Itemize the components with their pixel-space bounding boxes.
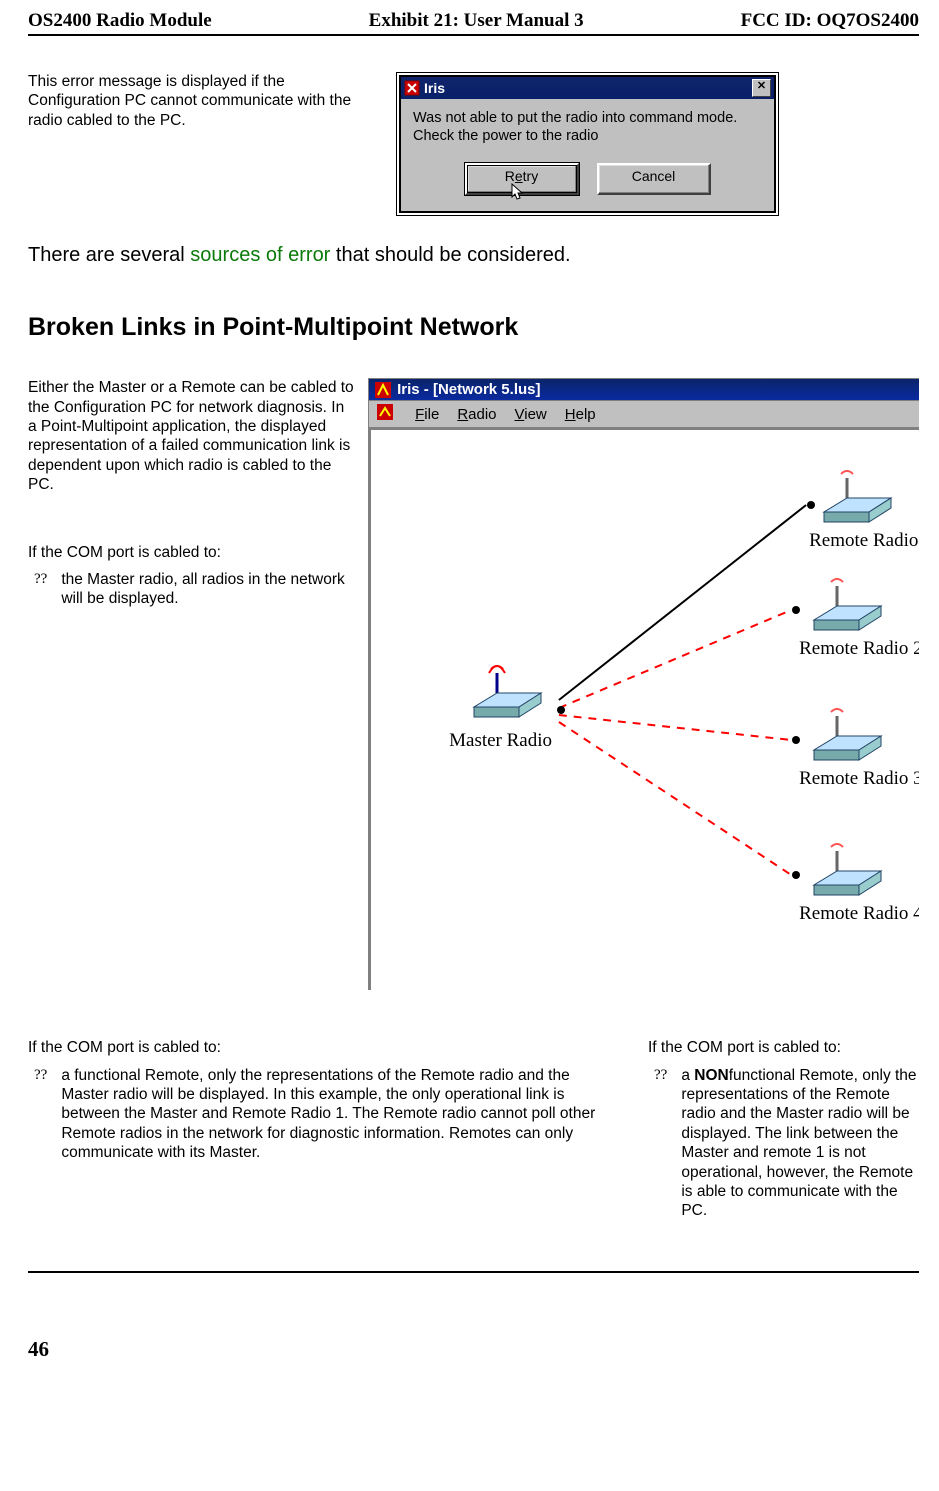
bullet-master-radio: the Master radio, all radios in the netw… <box>61 570 356 609</box>
menu-radio[interactable]: Radio <box>457 406 496 423</box>
remote-radio-2-icon[interactable] <box>809 578 887 638</box>
menu-file[interactable]: File <box>415 406 439 423</box>
control-menu-icon[interactable] <box>377 404 393 424</box>
cancel-button[interactable]: Cancel <box>597 163 711 195</box>
close-icon[interactable]: ✕ <box>752 79 771 97</box>
dialog-title: Iris <box>424 80 445 96</box>
remote-radio-4-icon[interactable] <box>809 843 887 903</box>
app-menubar: File Radio View Help <box>369 401 919 428</box>
remote-radio-4-label: Remote Radio 4 <box>799 903 919 925</box>
com-port-subhead-3: If the COM port is cabled to: <box>648 1038 919 1057</box>
bullet-mark: ?? <box>28 1066 47 1163</box>
com-port-subhead-1: If the COM port is cabled to: <box>28 543 356 562</box>
dialog-msg-line1: Was not able to put the radio into comma… <box>413 109 762 127</box>
menu-help[interactable]: Help <box>565 406 596 423</box>
remote-radio-1-icon[interactable] <box>819 470 897 530</box>
dialog-titlebar[interactable]: Iris ✕ <box>401 77 774 99</box>
retry-button[interactable]: Retry <box>465 163 579 195</box>
master-radio-icon[interactable] <box>469 665 547 725</box>
header-left: OS2400 Radio Module <box>28 10 212 32</box>
app-title: Iris - [Network 5.lus] <box>397 381 540 398</box>
iris-app-icon <box>375 382 391 398</box>
dialog-message: Was not able to put the radio into comma… <box>413 109 762 145</box>
bullet-mark: ?? <box>648 1066 667 1221</box>
com-port-subhead-2: If the COM port is cabled to: <box>28 1038 618 1057</box>
bullet-mark: ?? <box>28 570 47 609</box>
intro-paragraph: This error message is displayed if the C… <box>28 72 378 130</box>
network-diagram-canvas[interactable]: Master Radio Remote Radio Remote Radio 2 <box>369 428 919 990</box>
header-center: Exhibit 21: User Manual 3 <box>369 10 584 32</box>
cursor-icon <box>511 183 525 203</box>
bullet-nonfunctional-remote: a NONfunctional Remote, only the represe… <box>681 1066 919 1221</box>
remote-radio-3-icon[interactable] <box>809 708 887 768</box>
footer-rule: 46 <box>28 1271 919 1362</box>
sources-of-error-link[interactable]: sources of error <box>190 244 330 266</box>
error-dialog: Iris ✕ Was not able to put the radio int… <box>399 75 776 213</box>
app-icon <box>404 80 420 96</box>
menu-view[interactable]: View <box>515 406 547 423</box>
iris-app-window: Iris - [Network 5.lus] File Radio View H… <box>368 378 919 990</box>
remote-radio-3-label: Remote Radio 3 <box>799 768 919 790</box>
remote-radio-2-label: Remote Radio 2 <box>799 638 919 660</box>
remote-radio-1-label: Remote Radio <box>809 530 918 552</box>
bullet-functional-remote: a functional Remote, only the representa… <box>61 1066 618 1163</box>
sources-of-error-sentence: There are several sources of error that … <box>28 244 919 267</box>
section-heading: Broken Links in Point-Multipoint Network <box>28 313 919 342</box>
header-right: FCC ID: OQ7OS2400 <box>741 10 919 32</box>
error-dialog-frame: Iris ✕ Was not able to put the radio int… <box>396 72 779 216</box>
app-titlebar[interactable]: Iris - [Network 5.lus] <box>369 379 919 401</box>
page-number: 46 <box>28 1337 919 1362</box>
page-header: OS2400 Radio Module Exhibit 21: User Man… <box>28 10 919 36</box>
master-radio-label: Master Radio <box>449 730 552 752</box>
dialog-msg-line2: Check the power to the radio <box>413 127 762 145</box>
broken-links-para: Either the Master or a Remote can be cab… <box>28 378 356 494</box>
